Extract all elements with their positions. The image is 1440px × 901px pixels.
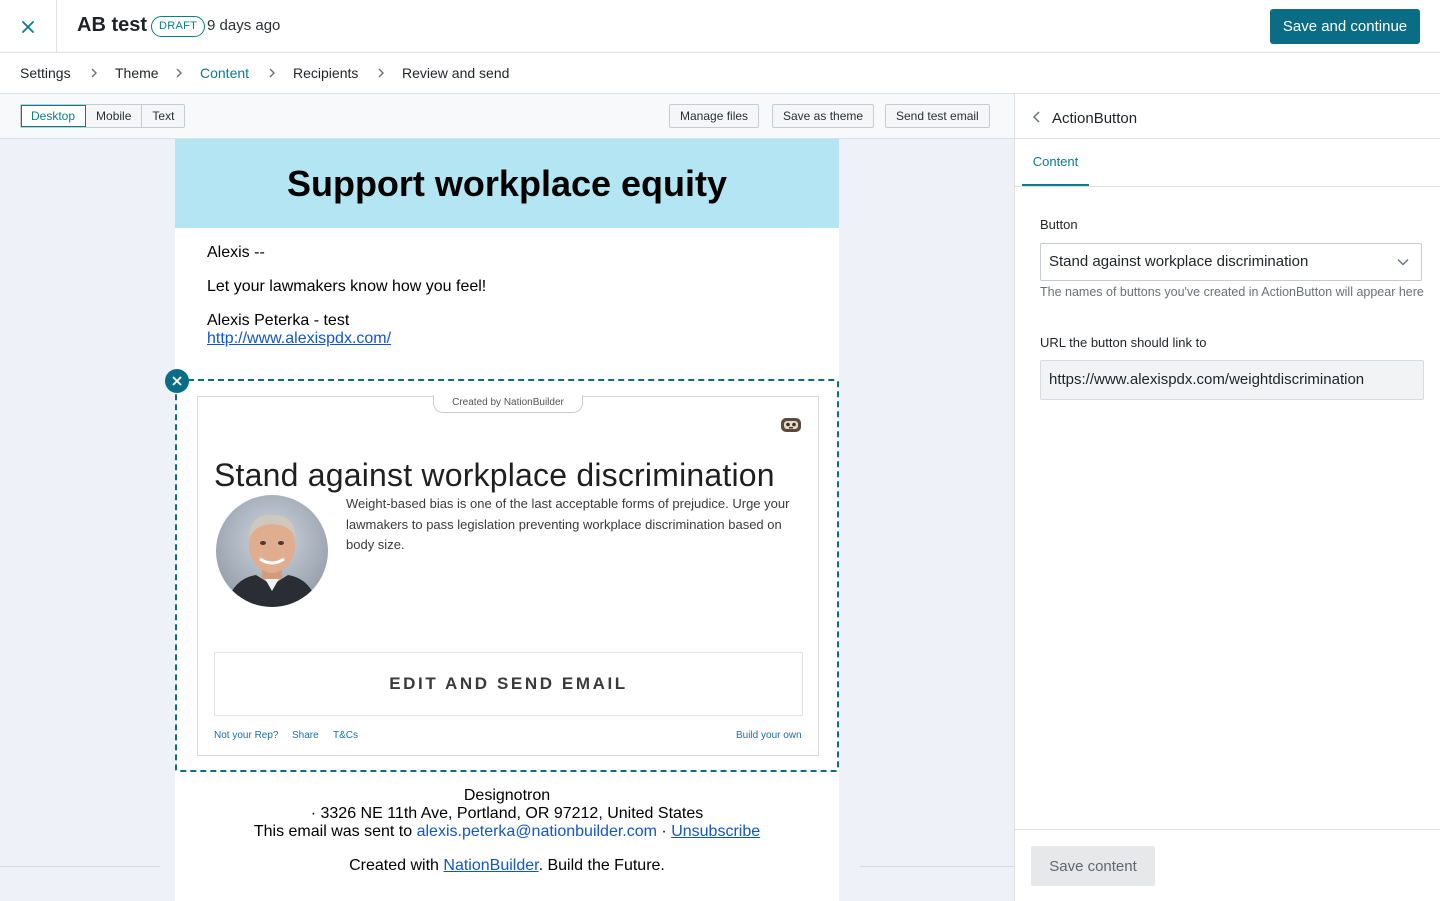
url-field-label: URL the button should link to [1040,335,1207,350]
breadcrumb: Settings Theme Content Recipients Review… [0,53,1440,94]
sent-to-prefix: This email was sent to [253,823,413,840]
panel-title: ActionButton [1052,110,1138,127]
button-select[interactable]: Stand against workplace discrimination [1040,243,1422,281]
remove-block-button[interactable] [165,369,189,393]
separator: · [661,823,667,840]
action-widget: Created by NationBuilder Stand against w… [197,395,819,756]
close-icon [172,376,182,386]
manage-files-button[interactable]: Manage files [669,104,760,128]
step-review-and-send[interactable]: Review and send [402,65,509,81]
created-with-prefix: Created with [349,857,439,874]
sent-to-email[interactable]: alexis.peterka@nationbuilder.com [417,823,657,840]
divider [860,866,1014,867]
unsubscribe-link[interactable]: Unsubscribe [671,823,760,840]
button-select-value: Stand against workplace discrimination [1049,253,1309,270]
terms-link[interactable]: T&Cs [333,730,358,741]
close-icon [22,20,34,33]
panel-footer: Save content [1015,829,1440,901]
avatar [216,495,328,607]
email-message: Let your lawmakers know how you feel! [207,278,487,295]
chevron-left-icon[interactable] [1031,110,1043,124]
button-help-text: The names of buttons you've created in A… [1040,285,1424,299]
action-button-panel: ActionButton Content Button Stand agains… [1014,94,1440,901]
widget-description: Weight-based bias is one of the last acc… [346,496,790,552]
nationbuilder-link[interactable]: NationBuilder [443,857,538,874]
created-by-label: Created by NationBuilder [433,395,583,413]
status-badge: DRAFT [151,16,206,37]
step-settings[interactable]: Settings [20,65,71,81]
not-your-rep-link[interactable]: Not your Rep? [214,730,278,741]
mascot-icon [781,418,801,432]
created-with-suffix: . Build the Future. [538,857,665,874]
footer-org: Designotron [463,787,551,804]
save-and-continue-button[interactable]: Save and continue [1270,9,1420,44]
editor-toolbar: Desktop Mobile Text Manage files Save as… [0,94,1014,139]
button-field-label: Button [1040,217,1078,232]
footer-sent-line: This email was sent to alexis.peterka@na… [175,823,839,841]
signature-link[interactable]: http://www.alexispdx.com/ [207,330,391,347]
email-preview: Support workplace equity Alexis -- Let y… [165,139,839,901]
send-test-email-button[interactable]: Send test email [885,104,990,128]
step-theme[interactable]: Theme [115,65,159,81]
edit-and-send-email-button[interactable]: EDIT AND SEND EMAIL [214,652,803,716]
chevron-down-icon [1397,259,1409,266]
panel-header: ActionButton [1015,94,1440,139]
step-content[interactable]: Content [200,65,249,81]
email-headline: Support workplace equity [286,163,728,204]
divider [0,866,160,867]
email-signature-name: Alexis Peterka - test [207,312,350,329]
last-edited-timestamp: 9 days ago [207,17,281,34]
chevron-right-icon [269,68,275,78]
page-title: AB test [77,14,148,36]
chevron-right-icon [176,68,182,78]
email-header-block[interactable]: Support workplace equity [175,139,839,228]
share-link[interactable]: Share [292,730,319,741]
url-input[interactable]: https://www.alexispdx.com/weightdiscrimi… [1040,360,1424,400]
build-your-own-link[interactable]: Build your own [736,730,802,741]
step-recipients[interactable]: Recipients [293,65,358,81]
close-button[interactable] [0,0,57,53]
footer-address: · 3326 NE 11th Ave, Portland, OR 97212, … [310,805,704,822]
chevron-right-icon [378,68,384,78]
email-canvas: Support workplace equity Alexis -- Let y… [0,139,1014,901]
view-mode-toggle: Desktop Mobile Text [20,104,186,128]
footer-created-line: Created with NationBuilder. Build the Fu… [175,857,839,875]
panel-tabs: Content [1015,139,1440,187]
view-desktop-button[interactable]: Desktop [21,105,87,127]
chevron-right-icon [91,68,97,78]
save-content-button[interactable]: Save content [1031,846,1155,886]
email-greeting: Alexis -- [207,244,265,261]
widget-title: Stand against workplace discrimination [214,457,775,493]
tab-content[interactable]: Content [1022,139,1089,186]
action-button-block[interactable]: Created by NationBuilder Stand against w… [165,369,839,772]
view-mobile-button[interactable]: Mobile [86,105,143,127]
top-bar: AB test DRAFT 9 days ago Save and contin… [0,0,1440,53]
view-text-button[interactable]: Text [142,105,184,127]
save-as-theme-button[interactable]: Save as theme [772,104,875,128]
